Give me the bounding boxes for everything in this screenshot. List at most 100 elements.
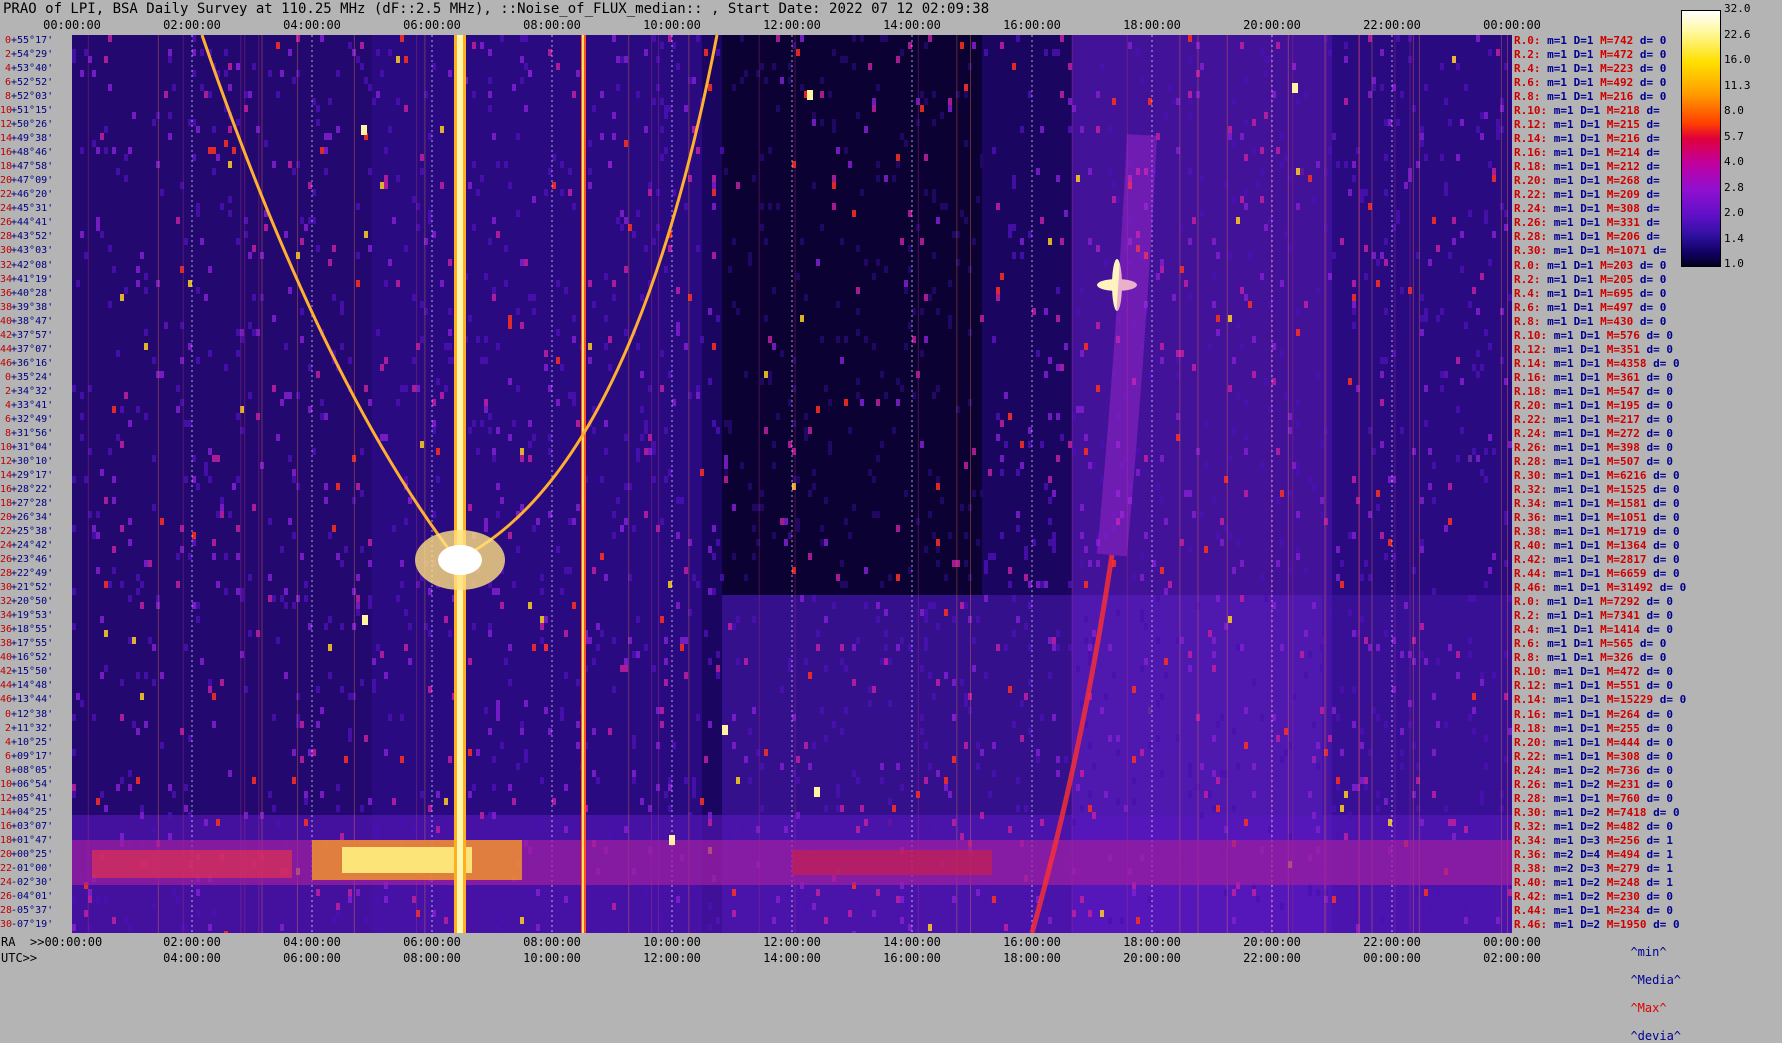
noise-pixel bbox=[764, 315, 768, 322]
noise-pixel bbox=[1480, 679, 1484, 686]
stat-d: d= bbox=[1646, 146, 1660, 160]
declination-row-label: 34+19°53' bbox=[0, 610, 72, 621]
noise-pixel bbox=[572, 399, 576, 406]
noise-pixel bbox=[764, 238, 768, 245]
noise-pixel bbox=[1184, 490, 1188, 497]
noise-pixel bbox=[832, 203, 836, 210]
noise-pixel bbox=[1216, 595, 1220, 602]
noise-pixel bbox=[608, 728, 612, 735]
noise-pixel bbox=[1476, 308, 1480, 315]
noise-pixel bbox=[1444, 182, 1448, 189]
noise-pixel bbox=[556, 819, 560, 826]
noise-pixel bbox=[980, 812, 984, 819]
noise-pixel bbox=[272, 315, 276, 322]
noise-pixel bbox=[1080, 126, 1084, 133]
noise-pixel bbox=[952, 896, 956, 903]
noise-pixel bbox=[700, 336, 704, 343]
declination-row-label: 20+26°34' bbox=[0, 512, 72, 523]
noise-pixel bbox=[884, 392, 888, 399]
noise-pixel bbox=[664, 105, 668, 112]
noise-pixel bbox=[760, 763, 764, 770]
noise-pixel bbox=[480, 420, 484, 427]
noise-pixel bbox=[720, 147, 724, 154]
dec-value: +13°44' bbox=[11, 694, 54, 706]
noise-pixel bbox=[1156, 483, 1160, 490]
noise-pixel bbox=[564, 630, 568, 637]
heatmap-plot-area[interactable] bbox=[72, 35, 1512, 933]
declination-row-label: 38+17°55' bbox=[0, 638, 72, 649]
utc-tick-label: 18:00:00 bbox=[1003, 951, 1061, 965]
dec-value: +39°38' bbox=[11, 301, 54, 313]
dec-index: 18 bbox=[0, 161, 13, 173]
noise-pixel bbox=[932, 602, 936, 609]
noise-pixel bbox=[820, 336, 824, 343]
noise-pixel bbox=[812, 742, 816, 749]
noise-pixel bbox=[1140, 609, 1144, 616]
noise-pixel bbox=[804, 434, 808, 441]
noise-pixel bbox=[284, 231, 288, 238]
noise-pixel bbox=[192, 455, 196, 462]
dec-value: +49°38' bbox=[11, 133, 54, 145]
stat-max: M=1525 bbox=[1606, 483, 1647, 496]
noise-pixel bbox=[1188, 56, 1192, 63]
noise-pixel bbox=[1344, 56, 1348, 63]
noise-pixel bbox=[1016, 924, 1020, 931]
noise-pixel bbox=[1376, 791, 1380, 798]
noise-pixel bbox=[1036, 350, 1040, 357]
noise-pixel bbox=[1084, 546, 1088, 553]
stat-d: d= 0 bbox=[1659, 693, 1687, 707]
noise-pixel bbox=[1376, 280, 1380, 287]
top-tick-label: 20:00:00 bbox=[1243, 18, 1301, 32]
noise-pixel bbox=[1100, 910, 1104, 917]
noise-pixel bbox=[836, 791, 840, 798]
noise-pixel bbox=[272, 161, 276, 168]
stat-r: R.34: bbox=[1514, 497, 1548, 511]
noise-pixel bbox=[1244, 742, 1248, 749]
noise-pixel bbox=[1212, 637, 1216, 644]
ra-tick-label: 04:00:00 bbox=[283, 935, 341, 949]
noise-pixel bbox=[104, 497, 108, 504]
noise-pixel bbox=[1024, 553, 1028, 560]
noise-pixel bbox=[504, 161, 508, 168]
stat-d: d= 0 bbox=[1639, 48, 1667, 62]
noise-pixel bbox=[1080, 406, 1084, 413]
dec-value: +55°17' bbox=[11, 35, 54, 46]
noise-pixel bbox=[408, 623, 412, 630]
noise-pixel bbox=[684, 567, 688, 574]
noise-pixel bbox=[1108, 644, 1112, 651]
noise-pixel bbox=[1384, 357, 1388, 364]
noise-pixel bbox=[508, 315, 512, 322]
noise-pixel bbox=[1496, 133, 1500, 140]
noise-pixel bbox=[1368, 511, 1372, 518]
dec-value: +43°52' bbox=[11, 231, 54, 243]
noise-pixel bbox=[976, 616, 980, 623]
noise-pixel bbox=[1360, 616, 1364, 623]
noise-pixel bbox=[1320, 441, 1324, 448]
noise-pixel bbox=[488, 77, 492, 84]
noise-pixel bbox=[1096, 126, 1100, 133]
stat-max: M=1581 bbox=[1606, 497, 1647, 511]
noise-pixel bbox=[112, 147, 116, 154]
stat-m: m=1 bbox=[1553, 763, 1574, 777]
noise-pixel bbox=[560, 189, 564, 196]
noise-pixel bbox=[572, 315, 576, 322]
noise-pixel bbox=[1492, 672, 1496, 679]
dec-index: 18 bbox=[0, 498, 13, 510]
stat-max: M=209 bbox=[1606, 188, 1640, 202]
stat-d: D=1 bbox=[1580, 693, 1601, 707]
stat-r: R.24: bbox=[1514, 426, 1548, 440]
noise-pixel bbox=[1228, 385, 1232, 392]
noise-pixel bbox=[1232, 196, 1236, 203]
noise-pixel bbox=[420, 336, 424, 343]
noise-pixel bbox=[520, 728, 524, 735]
noise-pixel bbox=[496, 924, 500, 931]
noise-pixel bbox=[1400, 91, 1404, 98]
noise-pixel bbox=[656, 784, 660, 791]
noise-pixel bbox=[964, 532, 968, 539]
noise-pixel bbox=[480, 175, 484, 182]
declination-row-label: 2+11°32' bbox=[0, 723, 72, 734]
noise-pixel bbox=[856, 777, 860, 784]
noise-pixel bbox=[624, 329, 628, 336]
noise-pixel bbox=[1468, 301, 1472, 308]
noise-pixel bbox=[72, 476, 76, 483]
